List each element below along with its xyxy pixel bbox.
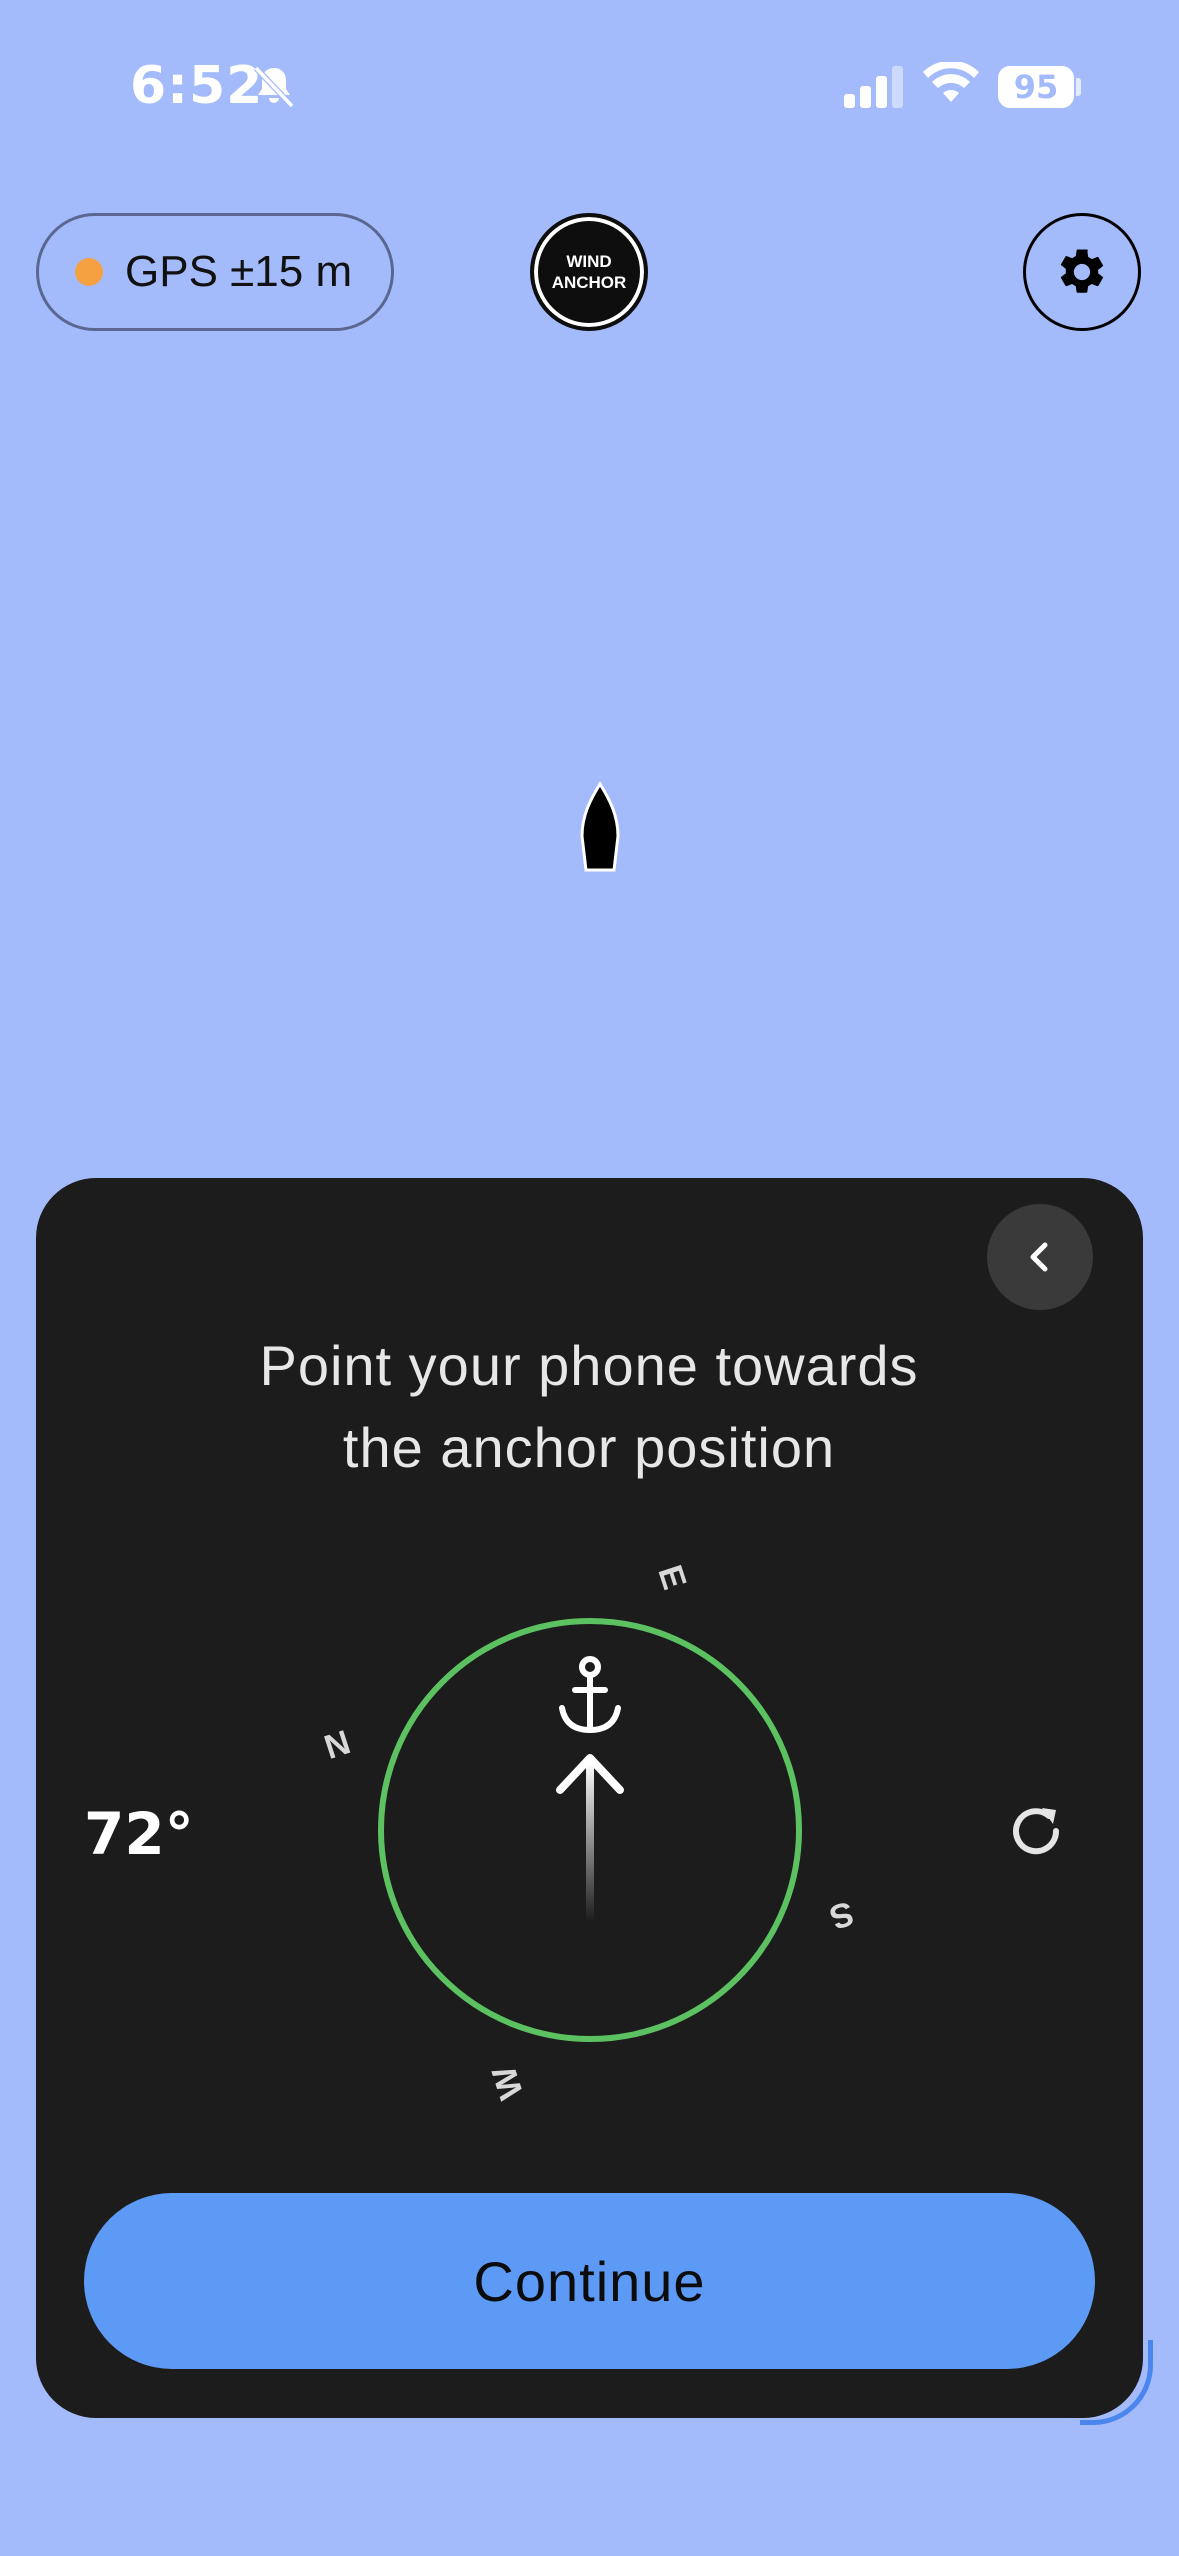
wind-anchor-logo: WIND ANCHOR [530,213,648,331]
gear-icon [1060,249,1104,293]
anchor-icon [559,1656,621,1734]
arrow-up-icon [556,1754,624,1922]
gps-status-pill[interactable]: GPS ±15 m [36,213,394,331]
status-time: 6:52 [130,56,264,116]
continue-button[interactable]: Continue [84,2193,1095,2369]
wifi-icon [923,62,979,102]
cellular-signal-icon [844,66,903,108]
instruction-line-1: Point your phone towards [259,1334,919,1397]
chevron-left-icon [1030,1242,1048,1272]
instruction-text: Point your phone towards the anchor posi… [100,1325,1078,1489]
compass-label-w: W [485,2061,531,2104]
bell-slash-icon [253,65,295,109]
compass-label-e: E [650,1561,693,1594]
battery-tip [1076,78,1081,96]
compass-label-n: N [320,1723,355,1767]
back-button[interactable] [987,1204,1093,1310]
gps-accuracy-label: GPS ±15 m [125,247,353,296]
instruction-line-2: the anchor position [342,1416,836,1479]
settings-button[interactable] [1023,213,1141,331]
battery-icon: 95 [998,66,1074,108]
logo-line-1: WIND [566,252,612,271]
rotate-right-icon[interactable] [1006,1800,1068,1862]
logo-line-2: ANCHOR [551,273,627,292]
gps-status-dot [75,258,103,286]
compass-dial: E S W N [320,1561,858,2104]
heading-readout: 72° [84,1800,194,1868]
boat-icon [580,781,620,872]
compass-label-s: S [825,1893,858,1936]
panel-corner-accent [1080,2340,1153,2425]
